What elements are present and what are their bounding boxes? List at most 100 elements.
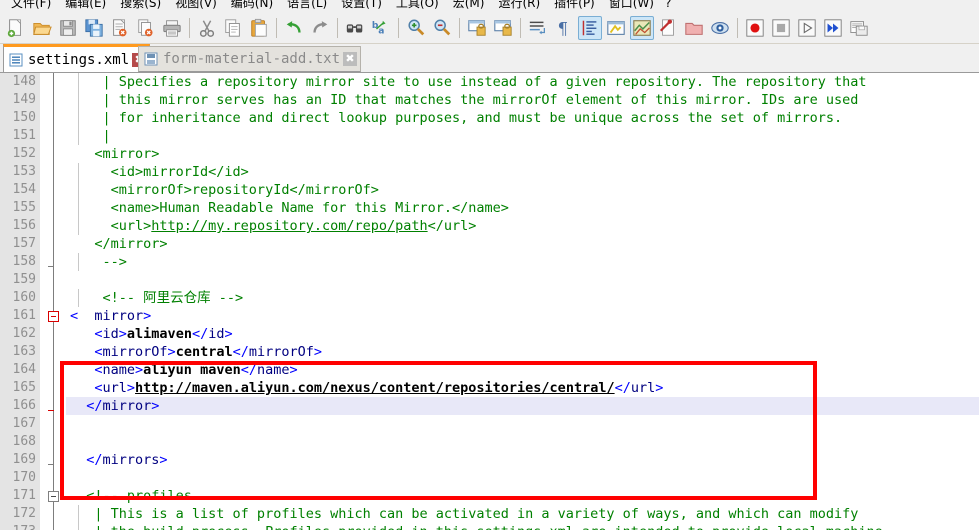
code-text[interactable] (66, 469, 979, 487)
code-text[interactable]: <!-- profiles (66, 487, 979, 505)
save-icon[interactable] (56, 16, 80, 40)
copy-icon[interactable] (221, 16, 245, 40)
replace-icon[interactable]: ba (369, 16, 393, 40)
fold-margin[interactable] (44, 91, 66, 109)
code-line[interactable]: 152 <mirror> (0, 145, 979, 163)
code-line[interactable]: 162 <id>alimaven</id> (0, 325, 979, 343)
code-line[interactable]: 161 < mirror> (0, 307, 979, 325)
user-defined-language-icon[interactable] (604, 16, 628, 40)
code-line[interactable]: 160 <!-- 阿里云仓库 --> (0, 289, 979, 307)
code-line[interactable]: 153 <id>mirrorId</id> (0, 163, 979, 181)
fold-margin[interactable] (44, 433, 66, 451)
fold-margin[interactable] (44, 361, 66, 379)
indent-guide-icon[interactable] (578, 15, 602, 40)
fold-margin[interactable] (44, 289, 66, 307)
code-text[interactable]: <name>aliyun maven</name> (66, 361, 979, 379)
fold-margin[interactable] (44, 469, 66, 487)
fold-margin[interactable] (44, 217, 66, 235)
cut-icon[interactable] (195, 16, 219, 40)
print-icon[interactable] (160, 16, 184, 40)
code-text[interactable]: </mirror> (66, 397, 979, 415)
code-text[interactable]: <!-- 阿里云仓库 --> (66, 289, 979, 307)
menu-item-6[interactable]: 设置(T) (334, 0, 389, 9)
fold-margin[interactable] (44, 379, 66, 397)
zoom-out-icon[interactable] (430, 16, 454, 40)
fold-margin[interactable] (44, 109, 66, 127)
code-text[interactable]: <id>alimaven</id> (66, 325, 979, 343)
fold-margin[interactable] (44, 181, 66, 199)
redo-icon[interactable] (308, 16, 332, 40)
code-text[interactable]: <url>http://my.repository.com/repo/path<… (66, 217, 979, 235)
fold-margin[interactable] (44, 325, 66, 343)
code-text[interactable] (66, 415, 979, 433)
tab-close-button[interactable]: ✖ (343, 52, 358, 66)
code-text[interactable]: | (66, 127, 979, 145)
play-macro-icon[interactable] (795, 16, 819, 40)
menu-item-3[interactable]: 视图(V) (168, 0, 224, 9)
menu-item-8[interactable]: 宏(M) (446, 0, 492, 9)
code-text[interactable]: <mirror> (66, 145, 979, 163)
undo-icon[interactable] (282, 16, 306, 40)
code-line[interactable]: 156 <url>http://my.repository.com/repo/p… (0, 217, 979, 235)
fold-collapse-icon[interactable] (48, 491, 59, 502)
fold-margin[interactable] (44, 505, 66, 523)
fold-margin[interactable] (44, 235, 66, 253)
code-line[interactable]: 149 | this mirror serves has an ID that … (0, 91, 979, 109)
code-text[interactable]: <mirrorOf>repositoryId</mirrorOf> (66, 181, 979, 199)
fold-margin[interactable] (44, 523, 66, 530)
code-text[interactable]: </mirrors> (66, 451, 979, 469)
code-text[interactable]: </mirror> (66, 235, 979, 253)
code-line[interactable]: 173 | the build process. Profiles provid… (0, 523, 979, 530)
code-text[interactable] (66, 271, 979, 289)
sync-horizontal-scroll-icon[interactable] (491, 16, 515, 40)
save-all-icon[interactable] (82, 16, 106, 40)
menu-item-10[interactable]: 插件(P) (547, 0, 602, 9)
fold-margin[interactable] (44, 343, 66, 361)
fold-margin[interactable] (44, 271, 66, 289)
code-line[interactable]: 159 (0, 271, 979, 289)
code-text[interactable]: | the build process. Profiles provided i… (66, 523, 979, 530)
new-file-icon[interactable] (4, 16, 28, 40)
fold-collapse-icon[interactable] (48, 311, 59, 322)
code-line[interactable]: 169 </mirrors> (0, 451, 979, 469)
record-macro-icon[interactable] (743, 16, 767, 40)
menu-item-11[interactable]: 窗口(W) (602, 0, 661, 9)
code-line[interactable]: 157 </mirror> (0, 235, 979, 253)
show-all-characters-icon[interactable]: ¶ (552, 16, 576, 40)
fold-margin[interactable] (44, 163, 66, 181)
fold-margin[interactable] (44, 145, 66, 163)
open-file-icon[interactable] (30, 16, 54, 40)
code-text[interactable]: | for inheritance and direct lookup purp… (66, 109, 979, 127)
close-file-icon[interactable] (108, 16, 132, 40)
code-editor[interactable]: 148 | Specifies a repository mirror site… (0, 73, 979, 530)
folder-as-workspace-icon[interactable] (682, 16, 706, 40)
save-macro-icon[interactable] (847, 16, 871, 40)
close-all-icon[interactable] (134, 16, 158, 40)
monitoring-icon[interactable] (708, 16, 732, 40)
code-line[interactable]: 163 <mirrorOf>central</mirrorOf> (0, 343, 979, 361)
code-line[interactable]: 166 </mirror> (0, 397, 979, 415)
code-line[interactable]: 165 <url>http://maven.aliyun.com/nexus/c… (0, 379, 979, 397)
code-line[interactable]: 167 (0, 415, 979, 433)
code-line[interactable]: 150 | for inheritance and direct lookup … (0, 109, 979, 127)
code-line[interactable]: 170 (0, 469, 979, 487)
fold-margin[interactable] (44, 397, 66, 415)
code-text[interactable] (66, 433, 979, 451)
function-list-icon[interactable] (656, 16, 680, 40)
fold-margin[interactable] (44, 451, 66, 469)
document-map-icon[interactable] (630, 15, 654, 40)
code-line[interactable]: 148 | Specifies a repository mirror site… (0, 73, 979, 91)
menu-item-4[interactable]: 编码(N) (224, 0, 280, 9)
fold-margin[interactable] (44, 199, 66, 217)
code-line[interactable]: 154 <mirrorOf>repositoryId</mirrorOf> (0, 181, 979, 199)
find-icon[interactable] (343, 16, 367, 40)
stop-macro-icon[interactable] (769, 16, 793, 40)
menu-item-1[interactable]: 编辑(E) (58, 0, 113, 9)
code-line[interactable]: 158 --> (0, 253, 979, 271)
code-line[interactable]: 172 | This is a list of profiles which c… (0, 505, 979, 523)
menu-item-12[interactable]: ? (661, 0, 675, 9)
menu-item-0[interactable]: 文件(F) (4, 0, 58, 9)
code-text[interactable]: | Specifies a repository mirror site to … (66, 73, 979, 91)
code-text[interactable]: <mirrorOf>central</mirrorOf> (66, 343, 979, 361)
zoom-in-icon[interactable] (404, 16, 428, 40)
